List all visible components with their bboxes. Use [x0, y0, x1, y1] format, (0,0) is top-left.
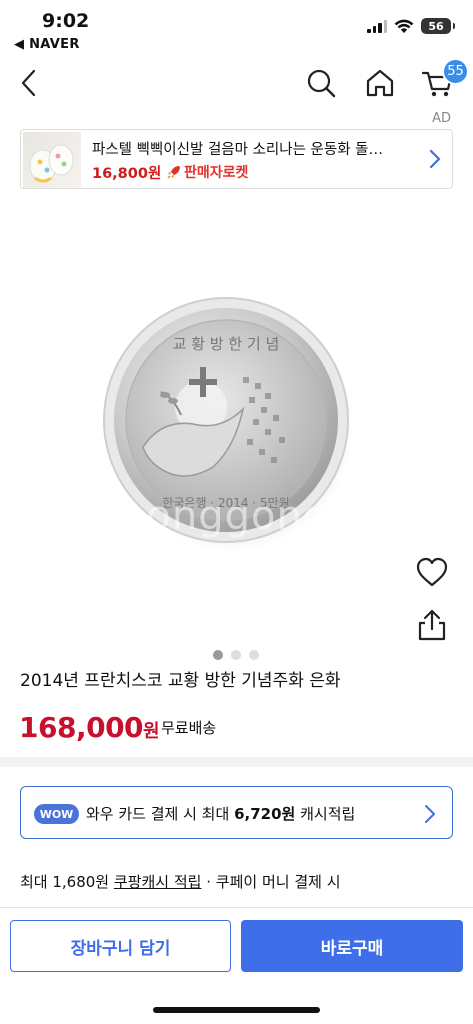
- cash-prefix: 최대 1,680원: [20, 873, 110, 891]
- back-to-app-link[interactable]: ◀ NAVER: [14, 37, 80, 52]
- ad-title: 파스텔 삑삑이신발 걸음마 소리나는 운동화 돌…: [92, 142, 384, 158]
- cellular-signal-icon: [367, 19, 387, 33]
- home-indicator[interactable]: [153, 1007, 320, 1013]
- top-nav: [0, 56, 473, 112]
- price-number: 168,000: [19, 711, 144, 744]
- wow-text-prefix: 와우 카드 결제 시 최대: [86, 805, 230, 823]
- status-icons: 56: [367, 18, 455, 34]
- baby-shoes-image: [29, 144, 74, 183]
- wow-benefit-text: 와우 카드 결제 시 최대 6,720원 캐시적립: [86, 803, 355, 824]
- battery-icon: 56: [421, 18, 455, 34]
- heart-icon[interactable]: [415, 556, 449, 588]
- ad-banner[interactable]: 파스텔 삑삑이신발 걸음마 소리나는 운동화 돌… 16,800원 판매자로켓: [20, 129, 453, 189]
- product-title: 2014년 프란치스코 교황 방한 기념주화 은화: [20, 671, 341, 691]
- ad-price: 16,800원: [92, 166, 162, 182]
- coupang-cash-link[interactable]: 쿠팡캐시 적립: [114, 873, 202, 891]
- svg-text:교 황 방 한 기 념: 교 황 방 한 기 념: [173, 335, 280, 353]
- cart-count-badge: 55: [442, 58, 469, 85]
- carousel-dot[interactable]: [249, 650, 259, 660]
- ad-thumbnail: [23, 132, 81, 188]
- wow-text-suffix: 캐시적립: [300, 805, 356, 823]
- watermark: ponggong: [120, 493, 330, 539]
- seller-rocket-label: 판매자로켓: [184, 165, 249, 181]
- buy-now-button[interactable]: 바로구매: [241, 920, 463, 972]
- price-unit: 원: [143, 721, 160, 742]
- rocket-icon: [167, 166, 180, 179]
- wow-amount: 6,720원: [234, 805, 296, 823]
- chevron-right-icon: [429, 149, 441, 169]
- wow-card-benefit[interactable]: WOW 와우 카드 결제 시 최대 6,720원 캐시적립: [20, 786, 453, 839]
- add-to-cart-button[interactable]: 장바구니 담기: [10, 920, 231, 972]
- share-icon[interactable]: [416, 608, 448, 642]
- carousel-dot[interactable]: [231, 650, 241, 660]
- ad-label: AD: [432, 111, 451, 126]
- shipping-info: 무료배송: [161, 719, 217, 737]
- wow-badge: WOW: [34, 804, 79, 824]
- wifi-icon: [394, 19, 414, 33]
- product-image-carousel[interactable]: 교 황 방 한 기 념 한국은행 · 2014 · 5만원 ponggong: [0, 193, 473, 663]
- seller-rocket-badge: 판매자로켓: [166, 162, 248, 182]
- status-time: 9:02: [42, 10, 90, 32]
- home-icon[interactable]: [363, 66, 397, 100]
- product-price: 168,000원: [19, 711, 160, 744]
- bottom-bar-divider: [0, 907, 473, 908]
- cash-suffix: · 쿠페이 머니 결제 시: [206, 873, 341, 891]
- cash-reward-info: 최대 1,680원 쿠팡캐시 적립 · 쿠페이 머니 결제 시: [20, 871, 341, 892]
- carousel-dots: [213, 650, 259, 660]
- search-icon[interactable]: [304, 66, 338, 100]
- chevron-right-icon: [425, 805, 435, 823]
- carousel-dot[interactable]: [213, 650, 223, 660]
- status-bar: 9:02 ◀ NAVER 56: [0, 0, 473, 56]
- back-chevron-icon[interactable]: [14, 66, 44, 100]
- section-divider: [0, 757, 473, 767]
